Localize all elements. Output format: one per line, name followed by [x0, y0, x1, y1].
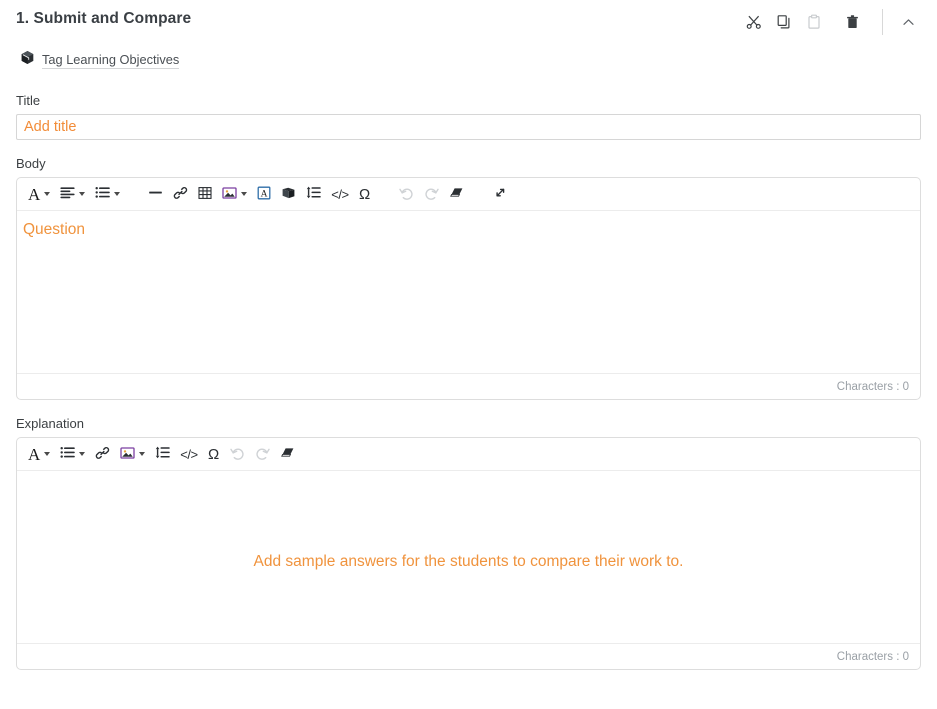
scissors-icon — [746, 14, 762, 30]
align-left-icon — [60, 186, 75, 202]
link-button[interactable] — [90, 440, 115, 468]
flashcard-button[interactable] — [276, 180, 301, 208]
image-icon — [120, 446, 135, 463]
redo-icon — [255, 446, 270, 463]
book-icon — [281, 186, 296, 203]
clear-format-button[interactable] — [275, 440, 301, 468]
link-icon — [95, 446, 110, 463]
trash-icon — [845, 14, 861, 30]
image-button[interactable] — [115, 440, 150, 468]
horizontal-rule-icon — [148, 186, 163, 202]
cut-button[interactable] — [739, 8, 769, 36]
image-icon — [222, 186, 237, 203]
line-height-icon — [306, 186, 322, 202]
title-input[interactable] — [16, 114, 921, 140]
font-button[interactable]: A — [23, 180, 55, 208]
chevron-down-icon — [114, 192, 121, 196]
code-icon: </> — [331, 186, 349, 202]
section-header: 1. Submit and Compare — [0, 0, 937, 38]
link-icon — [173, 186, 188, 203]
clear-format-button[interactable] — [444, 180, 470, 208]
code-button[interactable]: </> — [175, 440, 202, 468]
expand-icon — [493, 186, 508, 203]
table-icon — [198, 186, 212, 203]
eraser-icon — [449, 186, 465, 202]
toolbar-divider — [882, 9, 883, 35]
align-button[interactable] — [55, 180, 90, 208]
paste-button[interactable] — [799, 8, 829, 36]
special-character-button[interactable]: Ω — [203, 440, 225, 468]
link-button[interactable] — [168, 180, 193, 208]
redo-icon — [424, 186, 439, 203]
chevron-down-icon — [44, 452, 51, 456]
redo-button[interactable] — [250, 440, 275, 468]
explanation-editor: A </> Ω Add sample answers for the stude… — [16, 437, 921, 670]
svg-text:A: A — [261, 189, 268, 199]
chevron-down-icon — [241, 192, 248, 196]
chevron-down-icon — [79, 192, 86, 196]
body-editor-toolbar: A A </> Ω — [17, 178, 920, 211]
title-label: Title — [16, 93, 41, 108]
fullscreen-button[interactable] — [488, 180, 513, 208]
text-box-icon: A — [257, 186, 271, 203]
explanation-label: Explanation — [16, 416, 84, 431]
special-character-button[interactable]: Ω — [354, 180, 376, 208]
copy-button[interactable] — [769, 8, 799, 36]
explanation-character-counter: Characters : 0 — [17, 643, 920, 669]
paste-icon — [806, 14, 822, 30]
collapse-button[interactable] — [893, 8, 923, 36]
undo-icon — [398, 186, 414, 203]
page-title: 1. Submit and Compare — [16, 10, 192, 27]
body-editor: A A </> Ω Question Characters: 0 — [16, 177, 921, 400]
code-icon: </> — [180, 446, 198, 462]
undo-icon — [229, 446, 245, 463]
table-button[interactable] — [193, 180, 217, 208]
bullet-list-icon — [95, 186, 111, 202]
list-button[interactable] — [90, 180, 125, 208]
cube-icon — [20, 50, 35, 70]
redo-button[interactable] — [419, 180, 444, 208]
undo-button[interactable] — [394, 180, 419, 208]
chevron-down-icon — [44, 192, 51, 196]
code-button[interactable]: </> — [326, 180, 353, 208]
font-A-icon: A — [28, 184, 41, 204]
line-height-button[interactable] — [301, 180, 326, 208]
line-height-icon — [155, 446, 171, 462]
body-field: Body A A </> Ω Question Characters: 0 — [0, 156, 937, 400]
bullet-list-icon — [60, 446, 76, 462]
omega-icon: Ω — [358, 185, 371, 203]
image-button[interactable] — [217, 180, 252, 208]
chevron-up-icon — [901, 15, 916, 30]
text-box-button[interactable]: A — [252, 180, 276, 208]
list-button[interactable] — [55, 440, 90, 468]
explanation-field: Explanation A </> Ω Add sample answers f… — [0, 416, 937, 670]
tag-learning-objectives-label[interactable]: Tag Learning Objectives — [42, 52, 180, 69]
horizontal-rule-button[interactable] — [143, 180, 168, 208]
copy-icon — [776, 14, 792, 30]
line-height-button[interactable] — [150, 440, 175, 468]
body-label: Body — [16, 156, 46, 171]
title-field: Title — [0, 93, 937, 140]
explanation-editor-content[interactable]: Add sample answers for the students to c… — [17, 471, 920, 643]
font-A-icon: A — [28, 444, 41, 464]
explanation-editor-toolbar: A </> Ω — [17, 438, 920, 471]
eraser-icon — [280, 446, 296, 462]
body-editor-content[interactable]: Question — [17, 211, 920, 373]
tag-learning-objectives[interactable]: Tag Learning Objectives — [0, 38, 937, 72]
omega-icon: Ω — [207, 445, 220, 463]
body-placeholder: Question — [23, 221, 86, 238]
body-character-counter: Characters : 0 — [17, 373, 920, 399]
explanation-placeholder: Add sample answers for the students to c… — [253, 553, 684, 570]
header-actions — [739, 8, 923, 36]
chevron-down-icon — [139, 452, 146, 456]
chevron-down-icon — [79, 452, 86, 456]
font-button[interactable]: A — [23, 440, 55, 468]
undo-button[interactable] — [225, 440, 250, 468]
delete-button[interactable] — [838, 8, 868, 36]
